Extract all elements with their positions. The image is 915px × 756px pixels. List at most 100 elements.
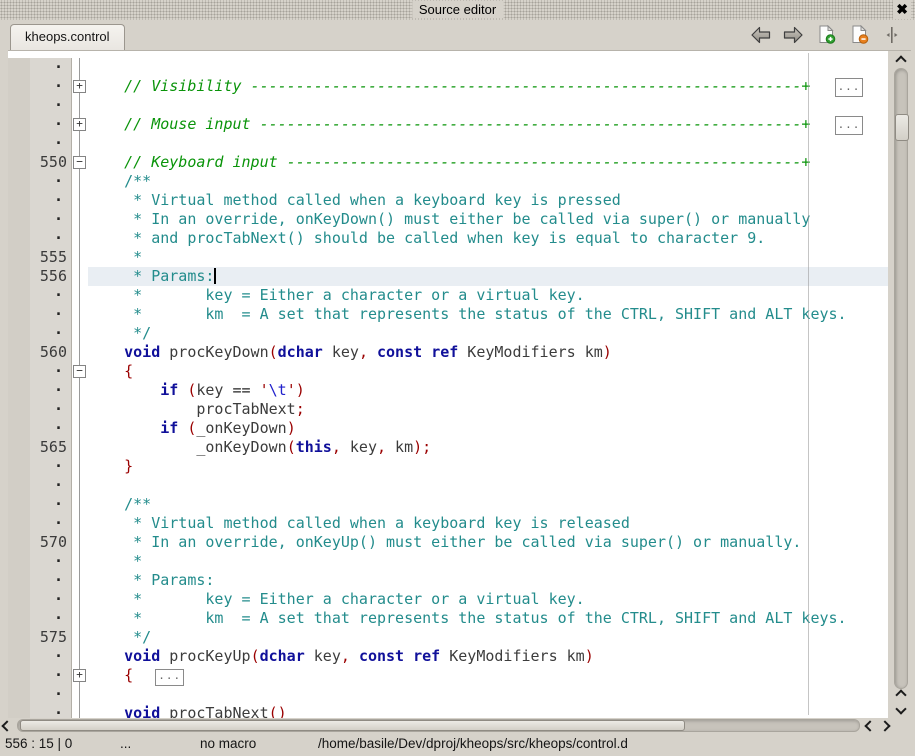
scroll-left-button[interactable] [2, 719, 13, 732]
line-text[interactable]: /** [88, 172, 888, 191]
code-line[interactable]: · * km = A set that represents the statu… [8, 609, 888, 628]
fold-expand-icon[interactable]: + [73, 669, 86, 682]
line-text[interactable]: * key = Either a character or a virtual … [88, 286, 888, 305]
tab-kheops-control[interactable]: kheops.control [10, 24, 125, 50]
code-line[interactable]: · procTabNext; [8, 400, 888, 419]
code-line[interactable]: 575 */ [8, 628, 888, 647]
vertical-scroll-track[interactable] [894, 68, 908, 689]
vertical-scroll-thumb[interactable] [895, 114, 909, 141]
folded-block-box[interactable]: ... [155, 669, 184, 686]
line-text[interactable] [88, 58, 888, 77]
line-text[interactable]: * [88, 552, 888, 571]
fold-expand-icon[interactable]: + [73, 118, 86, 131]
line-text[interactable] [88, 96, 888, 115]
code-line[interactable]: 555 * [8, 248, 888, 267]
line-text[interactable]: */ [88, 324, 888, 343]
code-line[interactable]: ·− { [8, 362, 888, 381]
code-line[interactable]: 565 _onKeyDown(this, key, km); [8, 438, 888, 457]
line-text[interactable]: // Mouse input -------------------------… [88, 115, 888, 134]
line-text[interactable]: * Virtual method called when a keyboard … [88, 514, 888, 533]
line-text[interactable]: } [88, 457, 888, 476]
line-text[interactable]: // Keyboard input ----------------------… [88, 153, 888, 172]
code-line[interactable]: ·+ {... [8, 666, 888, 685]
code-line[interactable]: · * Virtual method called when a keyboar… [8, 191, 888, 210]
horizontal-scroll-thumb[interactable] [20, 720, 685, 731]
code-line[interactable]: · [8, 96, 888, 115]
line-text[interactable]: { [88, 362, 888, 381]
folded-section-box[interactable]: ... [835, 116, 863, 135]
code-line[interactable]: · [8, 134, 888, 153]
code-line[interactable]: · void procKeyUp(dchar key, const ref Ke… [8, 647, 888, 666]
folded-section-box[interactable]: ... [835, 78, 863, 97]
line-text[interactable]: {... [88, 666, 888, 685]
code-line[interactable]: 570 * In an override, onKeyUp() must eit… [8, 533, 888, 552]
code-line[interactable]: · /** [8, 172, 888, 191]
horizontal-scrollbar[interactable] [2, 719, 890, 732]
scroll-up-button[interactable] [891, 54, 911, 67]
code-line[interactable]: · [8, 685, 888, 704]
line-text[interactable]: * In an override, onKeyUp() must either … [88, 533, 888, 552]
line-text[interactable] [88, 134, 888, 153]
current-line-text[interactable]: * Params: [88, 267, 888, 286]
code-line[interactable]: 550− // Keyboard input -----------------… [8, 153, 888, 172]
close-document-icon[interactable] [848, 25, 870, 44]
line-text[interactable]: * key = Either a character or a virtual … [88, 590, 888, 609]
code-line[interactable]: · [8, 476, 888, 495]
code-line[interactable]: · void procTabNext() [8, 704, 888, 718]
code-line[interactable]: · * In an override, onKeyDown() must eit… [8, 210, 888, 229]
line-text[interactable]: /** [88, 495, 888, 514]
line-text[interactable]: void procKeyDown(dchar key, const ref Ke… [88, 343, 888, 362]
code-line[interactable]: ·+ // Visibility -----------------------… [8, 77, 888, 96]
code-line[interactable]: · * km = A set that represents the statu… [8, 305, 888, 324]
code-line[interactable]: · * Virtual method called when a keyboar… [8, 514, 888, 533]
code-line[interactable]: 560 void procKeyDown(dchar key, const re… [8, 343, 888, 362]
scroll-left-step-button[interactable] [864, 719, 875, 732]
code-line[interactable]: · if (_onKeyDown) [8, 419, 888, 438]
title-bar[interactable]: Source editor ✖ [0, 0, 915, 20]
line-text[interactable] [88, 685, 888, 704]
scroll-right-step-button[interactable] [879, 719, 890, 732]
code-line[interactable]: · } [8, 457, 888, 476]
line-text[interactable]: */ [88, 628, 888, 647]
line-text[interactable]: * Virtual method called when a keyboard … [88, 191, 888, 210]
new-document-icon[interactable] [815, 25, 837, 44]
code-line[interactable]: · * Params: [8, 571, 888, 590]
line-text[interactable]: * and procTabNext() should be called whe… [88, 229, 888, 248]
line-text[interactable]: * In an override, onKeyDown() must eithe… [88, 210, 888, 229]
code-line[interactable]: · * and procTabNext() should be called w… [8, 229, 888, 248]
line-text[interactable]: * km = A set that represents the status … [88, 609, 888, 628]
chevron-up-icon[interactable] [895, 689, 906, 700]
code-line[interactable]: · if (key == '\t') [8, 381, 888, 400]
fold-collapse-icon[interactable]: − [73, 365, 86, 378]
line-text[interactable]: // Visibility --------------------------… [88, 77, 888, 96]
code-line[interactable]: · * [8, 552, 888, 571]
line-text[interactable]: * Params: [88, 571, 888, 590]
line-text[interactable]: * [88, 248, 888, 267]
line-text[interactable]: _onKeyDown(this, key, km); [88, 438, 888, 457]
code-area[interactable]: ··+ // Visibility ----------------------… [8, 51, 888, 718]
vertical-scrollbar[interactable] [891, 54, 911, 716]
code-line[interactable]: ·+ // Mouse input ----------------------… [8, 115, 888, 134]
code-line[interactable]: · [8, 58, 888, 77]
line-text[interactable]: void procTabNext() [88, 704, 888, 718]
scroll-step-buttons[interactable] [891, 689, 911, 715]
line-text[interactable] [88, 476, 888, 495]
horizontal-scroll-track[interactable] [17, 719, 860, 732]
code-line[interactable]: · * key = Either a character or a virtua… [8, 286, 888, 305]
chevron-down-icon[interactable] [895, 703, 906, 714]
fold-expand-icon[interactable]: + [73, 80, 86, 93]
split-view-icon[interactable] [881, 25, 903, 44]
line-text[interactable]: if (_onKeyDown) [88, 419, 888, 438]
window-close-icon[interactable]: ✖ [893, 0, 911, 19]
line-text[interactable]: procTabNext; [88, 400, 888, 419]
code-line[interactable]: · * key = Either a character or a virtua… [8, 590, 888, 609]
line-text[interactable]: * km = A set that represents the status … [88, 305, 888, 324]
line-text[interactable]: if (key == '\t') [88, 381, 888, 400]
code-line[interactable]: · /** [8, 495, 888, 514]
code-line[interactable]: · */ [8, 324, 888, 343]
code-line[interactable]: 556 * Params: [8, 267, 888, 286]
back-arrow-icon[interactable] [749, 25, 771, 44]
line-text[interactable]: void procKeyUp(dchar key, const ref KeyM… [88, 647, 888, 666]
forward-arrow-icon[interactable] [782, 25, 804, 44]
fold-collapse-icon[interactable]: − [73, 156, 86, 169]
